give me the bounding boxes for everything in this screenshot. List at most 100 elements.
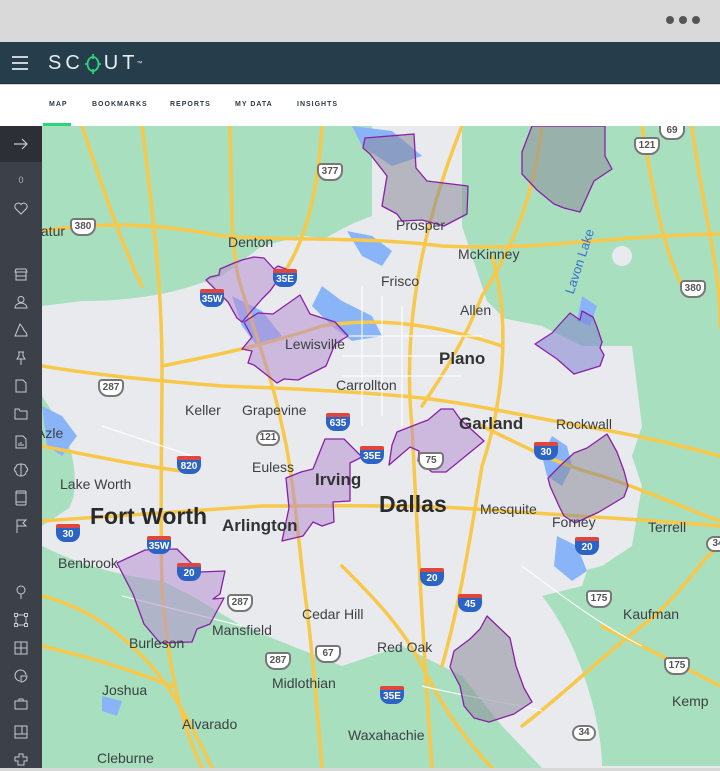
city-label: Azle (42, 425, 64, 441)
sidebar-item-mobile[interactable] (0, 487, 42, 509)
city-label: Irving (315, 470, 362, 489)
grid-icon (14, 641, 28, 655)
pin-icon (16, 351, 26, 365)
puzzle-icon (14, 753, 28, 766)
sidebar-item-flags[interactable] (0, 515, 42, 537)
main-tabs: MAP BOOKMARKS REPORTS MY DATA INSIGHTS (0, 85, 720, 126)
highway-shield: 20 (420, 568, 444, 586)
highway-shield: 287 (227, 594, 253, 612)
brain-icon (14, 463, 28, 477)
tab-bookmarks[interactable]: BOOKMARKS (92, 101, 148, 108)
flag-icon (16, 519, 27, 533)
highway-shield: 75 (418, 452, 444, 470)
sidebar-item-documents[interactable] (0, 375, 42, 397)
highway-shield: 35W (200, 289, 224, 307)
expand-sidebar-button[interactable] (0, 126, 42, 162)
folder-icon (14, 408, 28, 420)
city-label: Frisco (381, 273, 420, 289)
layout-icon (14, 725, 28, 739)
city-label: Forney (552, 514, 596, 530)
city-label: Waxahachie (348, 727, 425, 743)
city-label: Keller (185, 402, 221, 418)
city-label: Kaufman (623, 606, 680, 622)
map-canvas[interactable]: Denton Prosper McKinney Frisco Allen Lew… (42, 126, 720, 768)
logo-text-left: SC (48, 52, 84, 74)
scout-logo[interactable]: SC UT ™ (48, 52, 142, 75)
city-label: Lewisville (285, 336, 345, 352)
city-label: Garland (459, 414, 524, 433)
sidebar-item-insights[interactable] (0, 459, 42, 481)
highway-shield: 34 (706, 536, 720, 552)
logo-text-right: UT (103, 52, 139, 74)
sidebar-item-stores[interactable] (0, 263, 42, 285)
highway-shield: 287 (265, 652, 291, 670)
city-label: Allen (460, 302, 492, 318)
sidebar-item-shapes[interactable] (0, 319, 42, 341)
highway-shield: 175 (586, 590, 612, 608)
window-titlebar (0, 0, 720, 42)
city-label: Red Oak (377, 639, 433, 655)
pie-chart-icon (14, 669, 28, 683)
city-label: McKinney (458, 246, 520, 262)
crosshair-o-icon (84, 53, 101, 74)
document-icon (15, 379, 27, 393)
sidebar-item-polygon-select[interactable] (0, 609, 42, 631)
city-label: Cedar Hill (302, 606, 364, 622)
sidebar-item-location[interactable] (0, 581, 42, 603)
highway-shield: 35E (360, 446, 384, 464)
sidebar-item-folders[interactable] (0, 403, 42, 425)
highway-shield: 20 (575, 537, 599, 555)
tab-my-data[interactable]: MY DATA (235, 101, 273, 108)
highway-shield: 35W (147, 536, 171, 554)
highway-shield: 820 (177, 456, 201, 474)
more-dots-icon[interactable] (666, 16, 700, 24)
city-label: Cleburne (97, 750, 154, 766)
sidebar-item-users[interactable] (0, 291, 42, 313)
briefcase-icon (14, 698, 28, 710)
highway-shield: 121 (256, 430, 280, 446)
tab-reports[interactable]: REPORTS (170, 101, 211, 108)
sidebar: 0 (0, 126, 42, 768)
tab-insights[interactable]: INSIGHTS (297, 101, 338, 108)
city-label: Grapevine (242, 402, 307, 418)
hamburger-icon[interactable] (12, 56, 28, 70)
city-label: Benbrook (58, 555, 118, 571)
highway-shield: 35E (380, 686, 404, 704)
city-label: Alvarado (182, 716, 238, 732)
city-label: Euless (252, 459, 295, 475)
city-label: Lake Worth (60, 476, 132, 492)
tab-map[interactable]: MAP (49, 101, 68, 108)
city-label: Joshua (102, 682, 148, 698)
highway-shield: 20 (177, 563, 201, 581)
city-label: Burleson (129, 635, 185, 651)
highway-shield: 287 (98, 379, 124, 397)
highway-shield: 45 (458, 594, 482, 612)
city-label: Terrell (648, 519, 687, 535)
mobile-icon (15, 490, 27, 506)
sidebar-item-reports[interactable] (0, 431, 42, 453)
highway-shield: 30 (534, 442, 558, 460)
highway-shield: 35E (273, 269, 297, 287)
sidebar-item-pie-chart[interactable] (0, 665, 42, 687)
sidebar-item-pins[interactable] (0, 347, 42, 369)
favorites-count: 0 (18, 175, 24, 185)
sidebar-item-layout[interactable] (0, 721, 42, 743)
city-label: Prosper (396, 217, 446, 233)
highway-shield: 635 (326, 413, 350, 431)
city-label: Dallas (379, 491, 447, 517)
city-label: Mansfield (212, 622, 272, 638)
heart-icon (14, 202, 28, 215)
highway-shield: 121 (634, 137, 660, 155)
user-icon (14, 296, 28, 309)
trademark: ™ (136, 60, 143, 67)
report-icon (15, 435, 27, 449)
highway-shield: 380 (680, 280, 706, 298)
highway-shield: 69 (659, 126, 685, 140)
polygon-select-icon (14, 613, 28, 627)
sidebar-item-favorites[interactable] (0, 197, 42, 219)
city-label: Kemp (672, 693, 709, 709)
city-label: Midlothian (272, 675, 336, 691)
city-label: Fort Worth (90, 503, 208, 529)
sidebar-item-briefcase[interactable] (0, 693, 42, 715)
sidebar-item-grid[interactable] (0, 637, 42, 659)
